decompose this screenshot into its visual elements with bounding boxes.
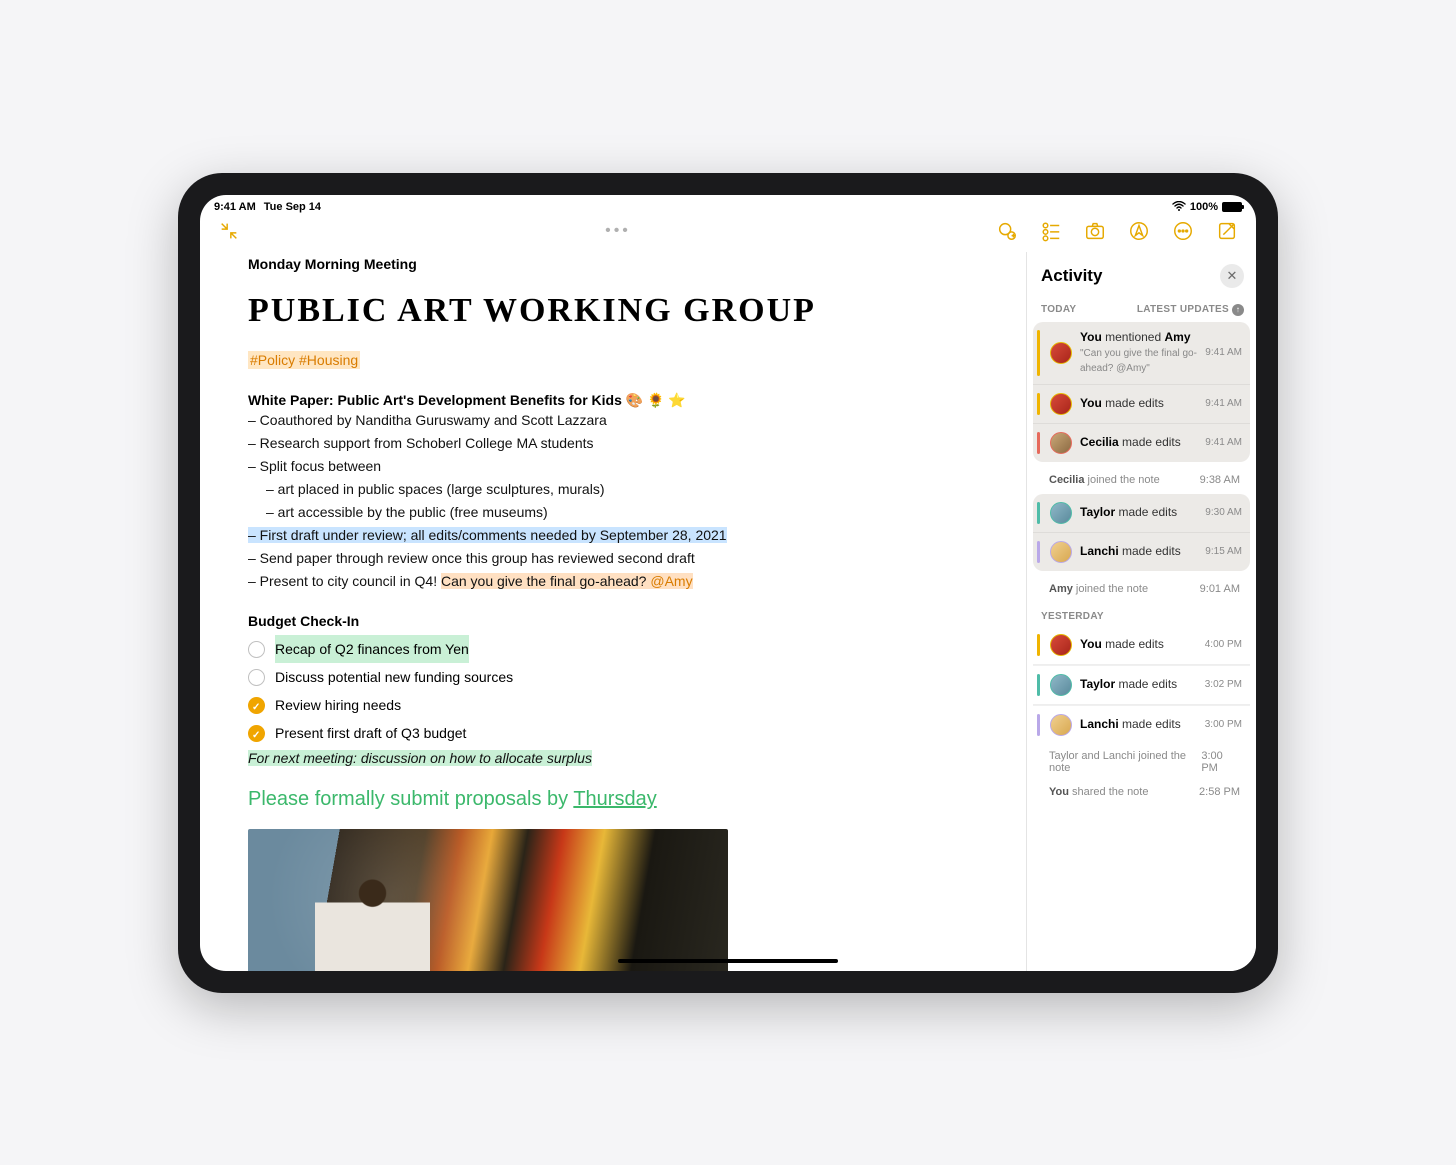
activity-join-event: Cecilia joined the note9:38 AM [1033, 468, 1250, 492]
close-icon[interactable]: ✕ [1220, 264, 1244, 288]
user-color-stripe [1037, 393, 1040, 415]
battery-icon [1222, 202, 1242, 212]
check-label: Present first draft of Q3 budget [275, 719, 466, 747]
activity-time: 3:02 PM [1205, 679, 1242, 690]
activity-time: 9:41 AM [1205, 437, 1242, 448]
note-line[interactable]: For next meeting: discussion on how to a… [248, 747, 1000, 770]
activity-item[interactable]: You mentioned Amy"Can you give the final… [1033, 322, 1250, 384]
checklist-icon[interactable] [1040, 220, 1062, 242]
home-indicator[interactable] [618, 959, 838, 963]
note-line[interactable]: – Split focus between [248, 455, 1000, 478]
activity-panel: Activity ✕ TODAY LATEST UPDATES↑ You men… [1026, 252, 1256, 971]
activity-time: 3:00 PM [1205, 719, 1242, 730]
user-color-stripe [1037, 674, 1040, 696]
wifi-icon [1172, 201, 1186, 214]
check-item[interactable]: Review hiring needs [248, 691, 1000, 719]
avatar [1050, 714, 1072, 736]
activity-title: Activity [1041, 266, 1102, 286]
note-line[interactable]: – Send paper through review once this gr… [248, 547, 1000, 570]
avatar [1050, 342, 1072, 364]
arrow-up-icon: ↑ [1232, 304, 1244, 316]
note-editor[interactable]: Monday Morning Meeting PUBLIC ART WORKIN… [200, 252, 1026, 971]
checkbox-unchecked-icon[interactable] [248, 641, 265, 658]
mention-amy[interactable]: @Amy [650, 573, 692, 589]
section-white-paper: White Paper: Public Art's Development Be… [248, 392, 1000, 409]
compose-icon[interactable] [1216, 220, 1238, 242]
activity-time: 9:15 AM [1205, 546, 1242, 557]
user-color-stripe [1037, 541, 1040, 563]
avatar [1050, 393, 1072, 415]
check-label: Review hiring needs [275, 691, 401, 719]
activity-share-event: You shared the note2:58 PM [1033, 780, 1250, 804]
collapse-sidebar-icon[interactable] [218, 220, 240, 242]
activity-join-event: Taylor and Lanchi joined the note3:00 PM [1033, 744, 1250, 780]
avatar [1050, 674, 1072, 696]
avatar [1050, 634, 1072, 656]
note-heading[interactable]: PUBLIC ART WORKING GROUP [248, 292, 1000, 330]
note-folder-title: Monday Morning Meeting [248, 256, 1000, 272]
section-budget: Budget Check-In [248, 613, 1000, 629]
checkbox-unchecked-icon[interactable] [248, 669, 265, 686]
note-attached-photo[interactable] [248, 829, 728, 970]
activity-item[interactable]: Cecilia made edits 9:41 AM [1033, 423, 1250, 462]
user-color-stripe [1037, 432, 1040, 454]
check-item[interactable]: Present first draft of Q3 budget [248, 719, 1000, 747]
share-collab-icon[interactable] [996, 220, 1018, 242]
user-color-stripe [1037, 634, 1040, 656]
activity-group: You made edits 4:00 PM Taylor made edits… [1033, 626, 1250, 744]
check-label: Discuss potential new funding sources [275, 663, 513, 691]
status-bar: 9:41 AM Tue Sep 14 100% [200, 195, 1256, 216]
ipad-frame: 9:41 AM Tue Sep 14 100% ••• M [178, 173, 1278, 993]
battery-percent: 100% [1190, 201, 1218, 213]
avatar [1050, 502, 1072, 524]
avatar [1050, 432, 1072, 454]
toolbar: ••• [200, 216, 1256, 252]
note-line[interactable]: – First draft under review; all edits/co… [248, 524, 1000, 547]
ipad-screen: 9:41 AM Tue Sep 14 100% ••• M [200, 195, 1256, 971]
activity-time: 9:41 AM [1205, 398, 1242, 409]
activity-item[interactable]: Taylor made edits 3:02 PM [1033, 665, 1250, 705]
user-color-stripe [1037, 330, 1040, 376]
toolbar-drag-handle[interactable]: ••• [258, 222, 978, 240]
check-label: Recap of Q2 finances from Yen [275, 635, 469, 663]
note-line[interactable]: – art placed in public spaces (large scu… [248, 478, 1000, 501]
handwriting-note[interactable]: Please formally submit proposals by Thur… [248, 788, 1000, 811]
activity-item[interactable]: Lanchi made edits 9:15 AM [1033, 532, 1250, 571]
activity-yesterday-label: YESTERDAY [1041, 611, 1104, 622]
activity-item[interactable]: You made edits 9:41 AM [1033, 384, 1250, 423]
avatar [1050, 541, 1072, 563]
activity-item[interactable]: Lanchi made edits 3:00 PM [1033, 705, 1250, 744]
check-item[interactable]: Recap of Q2 finances from Yen [248, 635, 1000, 663]
note-line[interactable]: – Present to city council in Q4! Can you… [248, 570, 1000, 593]
note-line[interactable]: – Coauthored by Nanditha Guruswamy and S… [248, 409, 1000, 432]
status-date: Tue Sep 14 [264, 201, 321, 213]
checkbox-checked-icon[interactable] [248, 725, 265, 742]
checkbox-checked-icon[interactable] [248, 697, 265, 714]
activity-join-event: Amy joined the note9:01 AM [1033, 577, 1250, 601]
activity-today-label: TODAY [1041, 304, 1076, 316]
note-line[interactable]: – Research support from Schoberl College… [248, 432, 1000, 455]
activity-item[interactable]: Taylor made edits 9:30 AM [1033, 494, 1250, 532]
note-tags[interactable]: #Policy #Housing [248, 351, 360, 369]
status-time: 9:41 AM [214, 201, 256, 213]
user-color-stripe [1037, 502, 1040, 524]
activity-item[interactable]: You made edits 4:00 PM [1033, 626, 1250, 665]
more-icon[interactable] [1172, 220, 1194, 242]
latest-updates-button[interactable]: LATEST UPDATES↑ [1137, 304, 1244, 316]
activity-time: 4:00 PM [1205, 639, 1242, 650]
activity-time: 9:41 AM [1205, 347, 1242, 358]
activity-group: You mentioned Amy"Can you give the final… [1033, 322, 1250, 462]
markup-icon[interactable] [1128, 220, 1150, 242]
camera-icon[interactable] [1084, 220, 1106, 242]
check-item[interactable]: Discuss potential new funding sources [248, 663, 1000, 691]
activity-time: 9:30 AM [1205, 507, 1242, 518]
note-line[interactable]: – art accessible by the public (free mus… [248, 501, 1000, 524]
activity-group: Taylor made edits 9:30 AM Lanchi made ed… [1033, 494, 1250, 571]
user-color-stripe [1037, 714, 1040, 736]
